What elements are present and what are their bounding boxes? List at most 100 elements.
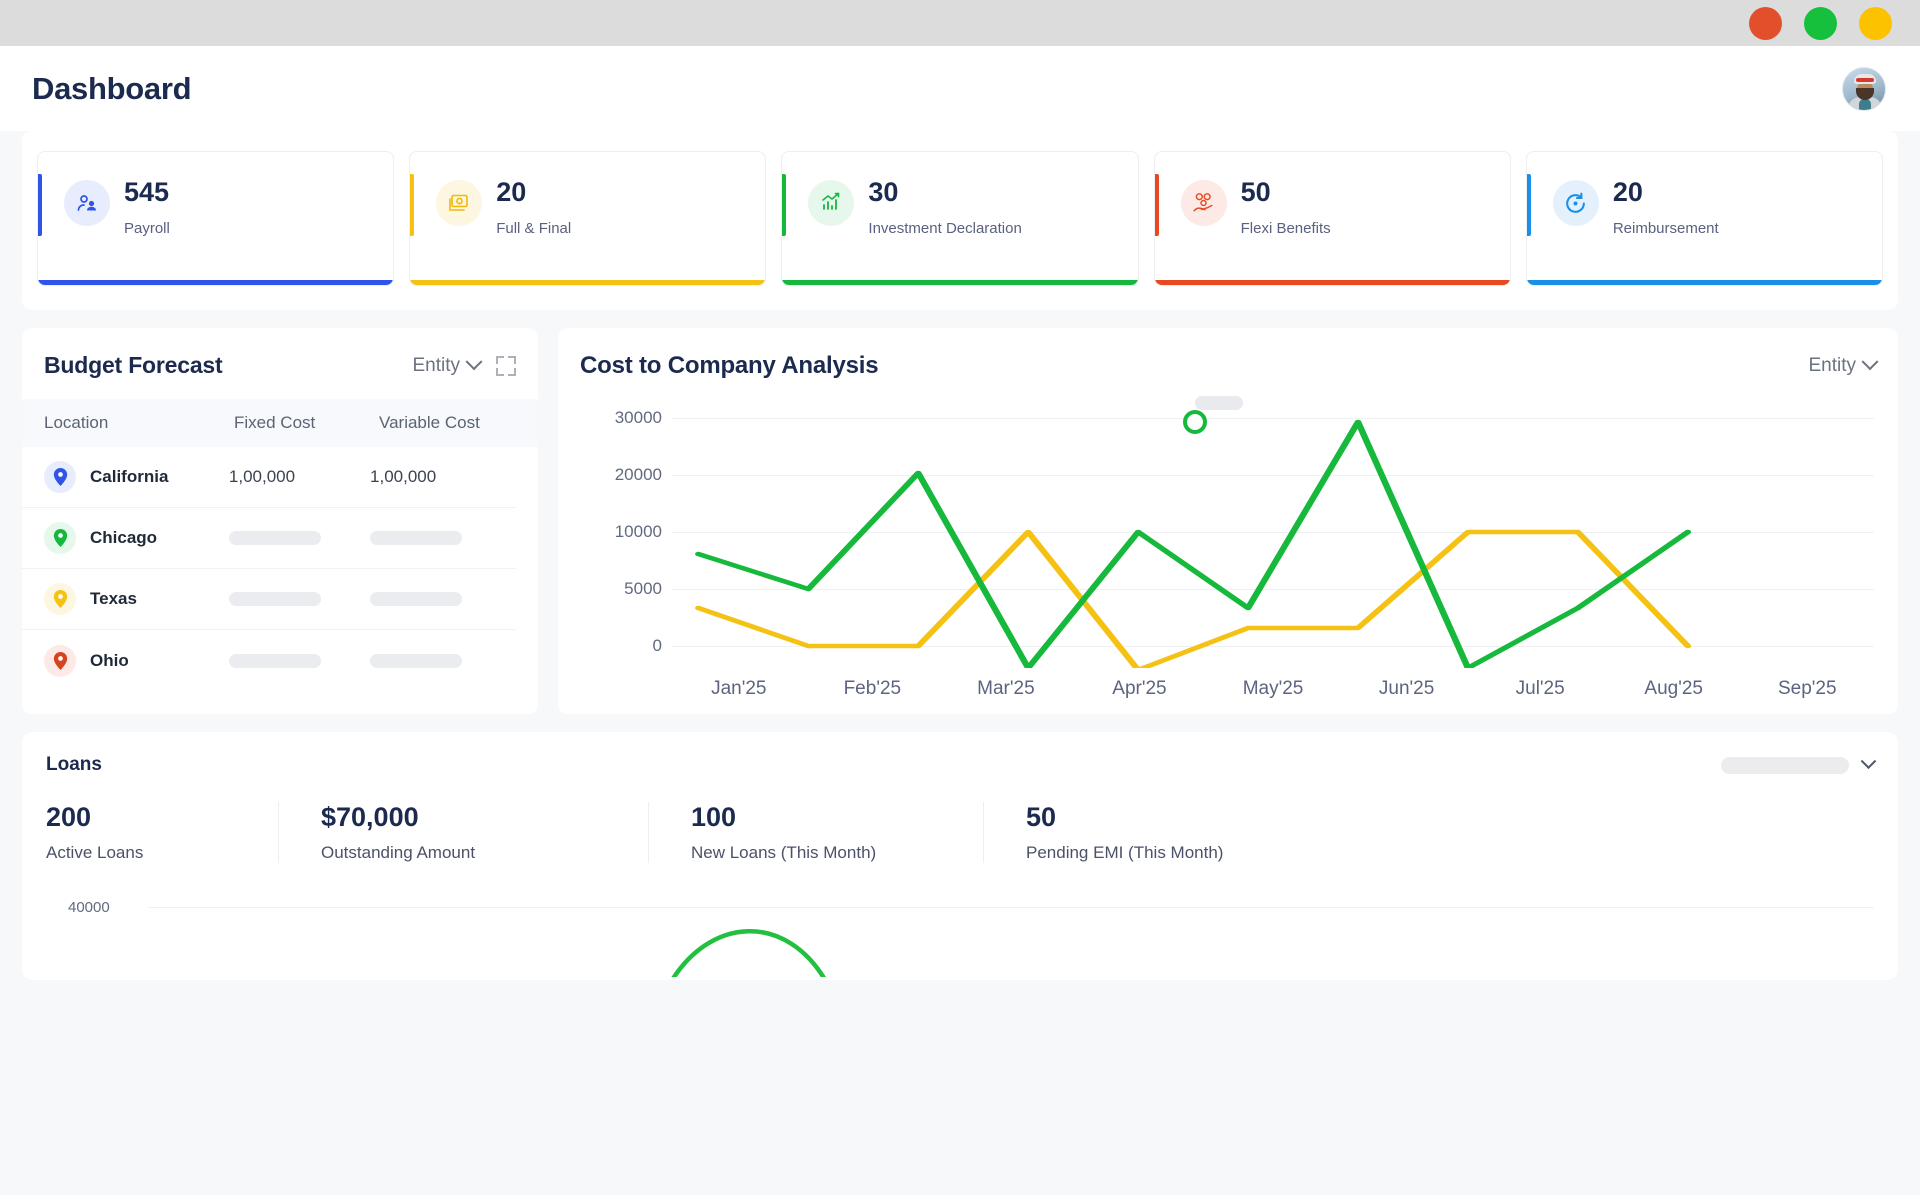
avatar[interactable] — [1842, 66, 1886, 111]
variable-cost-placeholder — [370, 653, 516, 668]
kpi-card-reimbursement[interactable]: 20 Reimbursement — [1525, 151, 1884, 286]
loan-stat-label: New Loans (This Month) — [691, 843, 877, 862]
column-header-variable-cost: Variable Cost — [379, 413, 480, 432]
table-row[interactable]: Chicago — [22, 508, 516, 569]
kpi-value: 30 — [868, 177, 899, 207]
series-green-line — [695, 419, 1692, 668]
loans-line-chart: 40000 — [46, 893, 1874, 977]
kpi-card-payroll[interactable]: 545 Payroll — [37, 151, 395, 286]
variable-cost-placeholder — [370, 592, 516, 606]
location-pin-icon — [44, 522, 76, 554]
location-pin-icon — [44, 461, 76, 493]
loans-panel: Loans 200 Active Loans $70,000 Outstandi… — [22, 732, 1898, 980]
x-tick-label: May'25 — [1242, 678, 1304, 699]
budget-entity-label: Entity — [412, 354, 460, 376]
loan-stat-label: Pending EMI (This Month) — [1026, 843, 1224, 862]
variable-cost-placeholder — [370, 531, 516, 545]
app-window: Dashboard 545 Payroll 20 Full & Final 30… — [0, 0, 1920, 1195]
window-close-button[interactable] — [1749, 6, 1782, 40]
location-name: Texas — [90, 589, 137, 608]
x-tick-label: Feb'25 — [843, 678, 902, 699]
loans-header: Loans — [46, 752, 1877, 776]
y-tick-label: 30000 — [614, 408, 662, 427]
kpi-label: Full & Final — [496, 220, 572, 238]
refund-icon — [1552, 180, 1599, 226]
loan-stat-value: $70,000 — [321, 802, 419, 832]
loan-stat-label: Outstanding Amount — [321, 843, 476, 862]
y-tick-label: 40000 — [68, 899, 110, 916]
app-header: Dashboard — [0, 46, 1920, 131]
expand-icon[interactable] — [496, 355, 516, 376]
location-pin-icon — [44, 644, 76, 677]
x-tick-label: Jan'25 — [711, 678, 767, 699]
variable-cost-value: 1,00,000 — [370, 467, 437, 486]
table-row[interactable]: California 1,00,000 1,00,000 — [22, 447, 516, 508]
x-tick-label: Apr'25 — [1112, 678, 1167, 699]
kpi-label: Payroll — [124, 220, 170, 238]
column-header-fixed-cost: Fixed Cost — [234, 413, 316, 432]
page-title: Dashboard — [32, 70, 192, 106]
kpi-card-investment-declaration[interactable]: 30 Investment Declaration — [781, 151, 1139, 286]
users-icon — [64, 180, 110, 226]
loan-stat-value: 50 — [1026, 802, 1057, 832]
loan-stat-active-loans: 200 Active Loans — [46, 802, 278, 863]
cc-y-axis: 30000 20000 10000 5000 0 — [576, 400, 662, 668]
loan-stat-label: Active Loans — [46, 843, 144, 862]
cc-entity-label: Entity — [1808, 355, 1856, 376]
window-minimize-button[interactable] — [1804, 6, 1837, 40]
y-tick-label: 10000 — [614, 522, 662, 541]
loan-stat-pending-emi: 50 Pending EMI (This Month) — [983, 802, 1223, 863]
loan-stat-value: 100 — [691, 802, 737, 832]
x-tick-label: Jul'25 — [1515, 678, 1565, 699]
hand-coins-icon — [1180, 180, 1227, 226]
loans-dropdown-skeleton — [1721, 756, 1849, 774]
x-tick-label: Sep'25 — [1777, 678, 1837, 699]
location-name: California — [90, 467, 169, 486]
window-maximize-button[interactable] — [1859, 6, 1892, 40]
loan-stat-outstanding-amount: $70,000 Outstanding Amount — [278, 802, 648, 863]
fixed-cost-placeholder — [228, 531, 370, 545]
cc-plot-area — [672, 396, 1874, 668]
kpi-card-flexi-benefits[interactable]: 50 Flexi Benefits — [1153, 151, 1511, 286]
kpi-value: 50 — [1240, 177, 1271, 207]
x-tick-label: Mar'25 — [977, 678, 1035, 699]
cash-icon — [436, 180, 483, 226]
x-tick-label: Aug'25 — [1644, 678, 1703, 699]
chart-growth-icon — [808, 180, 855, 226]
kpi-label: Flexi Benefits — [1240, 220, 1331, 238]
loans-series-svg — [671, 929, 826, 977]
loan-stat-value: 200 — [46, 802, 92, 832]
table-row[interactable]: Ohio — [22, 630, 516, 691]
budget-forecast-panel: Budget Forecast Entity Location Fixed Co… — [22, 328, 538, 714]
fixed-cost-value: 1,00,000 — [228, 467, 296, 486]
cc-entity-dropdown[interactable]: Entity — [1808, 353, 1879, 377]
loan-stats: 200 Active Loans $70,000 Outstanding Amo… — [46, 802, 1874, 863]
budget-panel-title: Budget Forecast — [44, 352, 223, 378]
loans-title: Loans — [46, 754, 102, 775]
x-tick-label: Jun'25 — [1378, 678, 1435, 699]
kpi-value: 545 — [124, 177, 170, 207]
location-pin-icon — [44, 583, 76, 615]
table-row[interactable]: Texas — [22, 569, 516, 630]
kpi-card-full-and-final[interactable]: 20 Full & Final — [409, 151, 767, 286]
cc-chart-body: 30000 20000 10000 5000 0 Jan'25 Feb'25 M… — [558, 396, 1898, 700]
cc-series-svg — [695, 419, 1692, 668]
loans-dropdown[interactable] — [1721, 752, 1877, 774]
cc-panel-title: Cost to Company Analysis — [580, 352, 879, 379]
budget-table-header: Location Fixed Cost Variable Cost — [22, 399, 538, 447]
y-tick-label: 20000 — [614, 465, 662, 484]
kpi-strip: 545 Payroll 20 Full & Final 30 Investmen… — [22, 131, 1898, 310]
cc-x-axis: Jan'25 Feb'25 Mar'25 Apr'25 May'25 Jun'2… — [672, 678, 1874, 700]
middle-row: Budget Forecast Entity Location Fixed Co… — [22, 328, 1898, 714]
column-header-location: Location — [44, 413, 109, 432]
fixed-cost-placeholder — [228, 653, 370, 668]
y-tick-label: 0 — [652, 636, 662, 655]
kpi-label: Reimbursement — [1612, 220, 1719, 238]
y-tick-label: 5000 — [624, 579, 662, 598]
budget-panel-header: Budget Forecast Entity — [22, 328, 538, 399]
budget-entity-dropdown[interactable]: Entity — [412, 352, 483, 377]
cc-peak-marker — [1183, 410, 1207, 434]
window-titlebar — [0, 0, 1920, 46]
location-name: Ohio — [90, 650, 129, 670]
loan-stat-new-loans: 100 New Loans (This Month) — [648, 802, 983, 863]
